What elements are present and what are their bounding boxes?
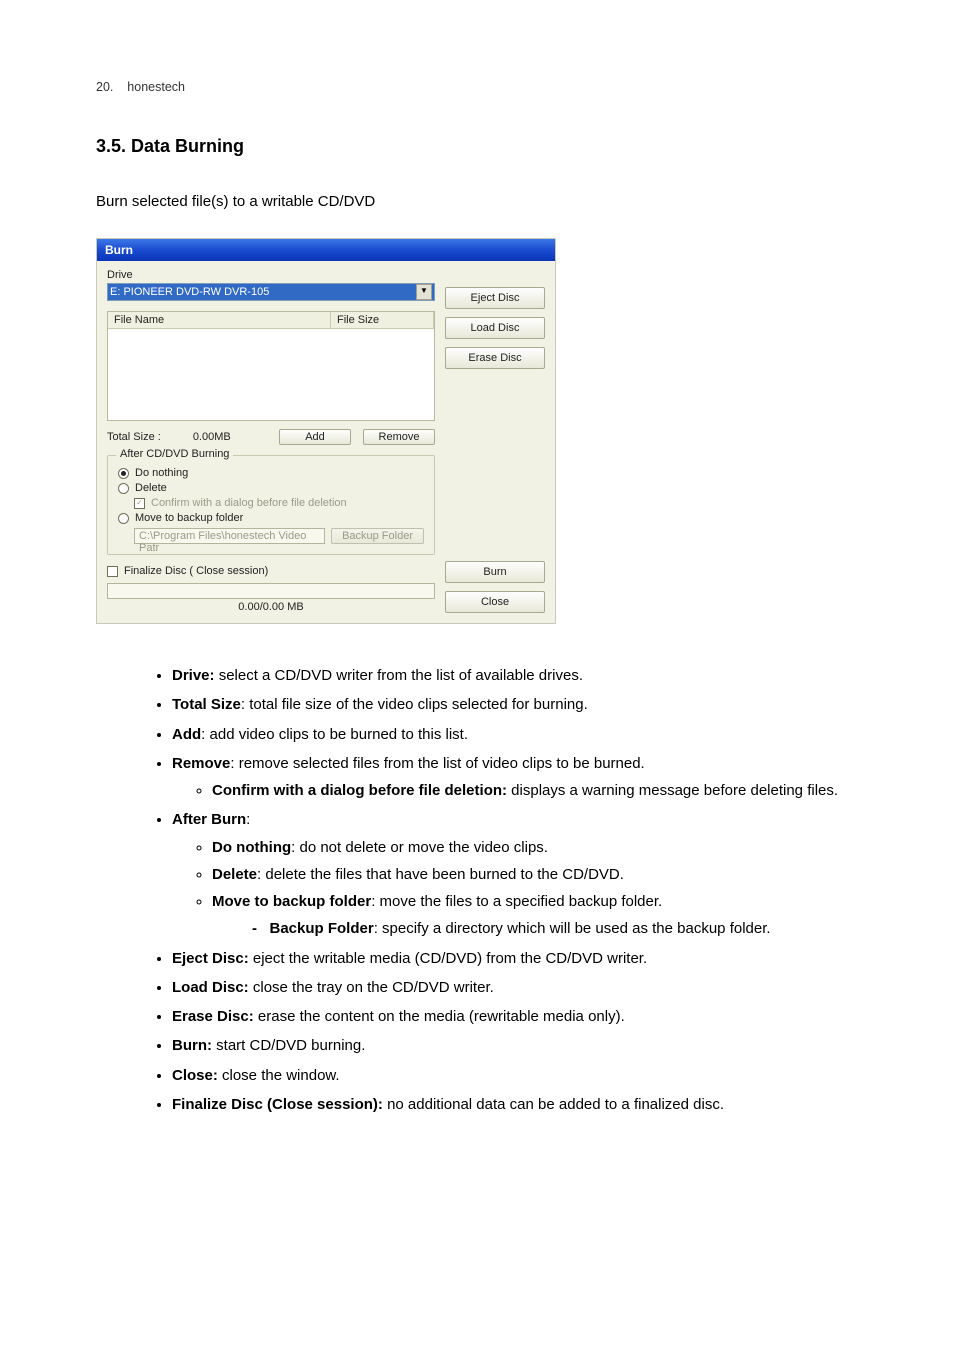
t-burn: start CD/DVD burning. (212, 1037, 365, 1054)
group-title: After CD/DVD Burning (116, 448, 233, 460)
col-file-size[interactable]: File Size (331, 312, 434, 328)
b-eject: Eject Disc: (172, 950, 249, 967)
t-drive: select a CD/DVD writer from the list of … (215, 667, 583, 684)
b-burn: Burn: (172, 1037, 212, 1054)
b-backup: Backup Folder (270, 920, 374, 937)
explanation-list: Drive: select a CD/DVD writer from the l… (96, 664, 862, 1116)
b-close: Close: (172, 1067, 218, 1084)
b-confirm: Confirm with a dialog before file deleti… (212, 782, 507, 799)
dropdown-arrow-icon: ▼ (416, 284, 432, 300)
burn-dialog: Burn Drive E: PIONEER DVD-RW DVR-105 ▼ F… (96, 238, 556, 624)
dialog-titlebar: Burn (97, 239, 555, 261)
b-move: Move to backup folder (212, 893, 371, 910)
file-list-table[interactable]: File Name File Size (107, 311, 435, 421)
b-total: Total Size (172, 696, 241, 713)
radio-delete[interactable] (118, 483, 129, 494)
b-remove: Remove (172, 755, 230, 772)
b-add: Add (172, 726, 201, 743)
b-donothing: Do nothing (212, 839, 291, 856)
checkbox-finalize[interactable] (107, 566, 118, 577)
opt-move: Move to backup folder (135, 512, 243, 524)
t-erase: erase the content on the media (rewritab… (254, 1008, 625, 1025)
radio-move-backup[interactable] (118, 513, 129, 524)
t-delete: : delete the files that have been burned… (257, 866, 624, 883)
eject-disc-button[interactable]: Eject Disc (445, 287, 545, 309)
t-confirm: displays a warning message before deleti… (507, 782, 838, 799)
t-move: : move the files to a specified backup f… (371, 893, 662, 910)
b-load: Load Disc: (172, 979, 249, 996)
burn-button[interactable]: Burn (445, 561, 545, 583)
load-disc-button[interactable]: Load Disc (445, 317, 545, 339)
t-after: : (246, 811, 250, 828)
opt-do-nothing: Do nothing (135, 467, 188, 479)
drive-select[interactable]: E: PIONEER DVD-RW DVR-105 ▼ (107, 283, 435, 301)
col-file-name[interactable]: File Name (108, 312, 331, 328)
t-donothing: : do not delete or move the video clips. (291, 839, 548, 856)
total-size-value: 0.00MB (193, 431, 231, 443)
erase-disc-button[interactable]: Erase Disc (445, 347, 545, 369)
chk-confirm: Confirm with a dialog before file deleti… (151, 497, 347, 509)
radio-do-nothing[interactable] (118, 468, 129, 479)
b-delete: Delete (212, 866, 257, 883)
drive-value: E: PIONEER DVD-RW DVR-105 (110, 286, 269, 298)
drive-label: Drive (107, 269, 435, 281)
t-total: : total file size of the video clips sel… (241, 696, 588, 713)
close-button[interactable]: Close (445, 591, 545, 613)
brand: honestech (127, 80, 185, 94)
t-load: close the tray on the CD/DVD writer. (249, 979, 494, 996)
section-title: 3.5. Data Burning (96, 136, 862, 157)
b-erase: Erase Disc: (172, 1008, 254, 1025)
intro-text: Burn selected file(s) to a writable CD/D… (96, 193, 862, 210)
add-button[interactable]: Add (279, 429, 351, 445)
b-finalize: Finalize Disc (Close session): (172, 1096, 383, 1113)
after-burning-group: After CD/DVD Burning Do nothing Delete ✓… (107, 455, 435, 555)
progress-text: 0.00/0.00 MB (107, 601, 435, 613)
b-drive: Drive: (172, 667, 215, 684)
backup-path-input[interactable]: C:\Program Files\honestech Video Patr (134, 528, 325, 544)
opt-delete: Delete (135, 482, 167, 494)
t-eject: eject the writable media (CD/DVD) from t… (249, 950, 647, 967)
finalize-label: Finalize Disc ( Close session) (124, 565, 268, 577)
backup-folder-button[interactable]: Backup Folder (331, 528, 424, 544)
t-remove: : remove selected files from the list of… (230, 755, 644, 772)
t-backup: : specify a directory which will be used… (374, 920, 771, 937)
remove-button[interactable]: Remove (363, 429, 435, 445)
t-finalize: no additional data can be added to a fin… (383, 1096, 724, 1113)
t-close: close the window. (218, 1067, 340, 1084)
checkbox-confirm-delete[interactable]: ✓ (134, 498, 145, 509)
burn-progress-bar (107, 583, 435, 599)
t-add: : add video clips to be burned to this l… (201, 726, 468, 743)
b-after: After Burn (172, 811, 246, 828)
page-number: 20. (96, 80, 113, 94)
total-size-label: Total Size : (107, 431, 161, 443)
page-header: 20. honestech (96, 80, 862, 94)
